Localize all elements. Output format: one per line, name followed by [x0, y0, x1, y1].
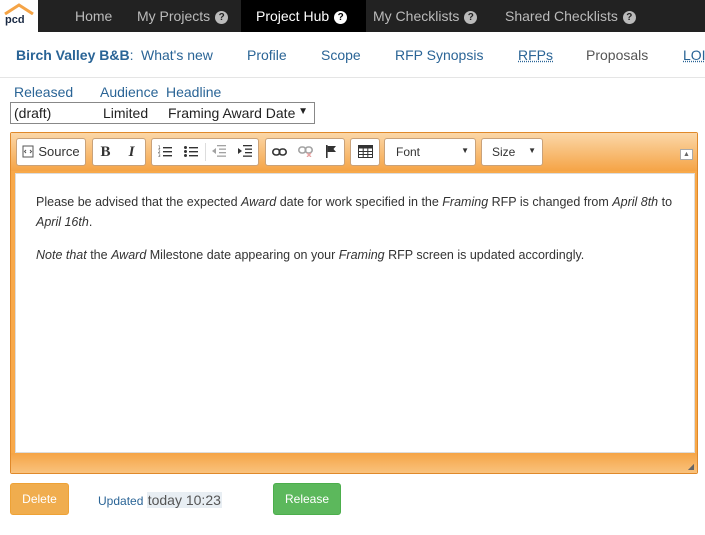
- subnav-whats-new[interactable]: What's new: [141, 47, 213, 63]
- project-name-colon: :: [129, 47, 134, 63]
- released-value: (draft): [14, 105, 52, 121]
- subnav-scope[interactable]: Scope: [321, 47, 361, 63]
- link-button[interactable]: [266, 139, 292, 165]
- updated-status: Updated today 10:23: [98, 492, 222, 508]
- italic-button[interactable]: I: [119, 139, 144, 165]
- source-label: Source: [38, 144, 80, 159]
- text-run: the: [86, 248, 112, 262]
- text-run: Award: [111, 248, 147, 262]
- unlink-icon: [297, 146, 313, 158]
- outdent-icon: [212, 145, 226, 157]
- table-group: [350, 138, 380, 166]
- text-run: to: [658, 195, 673, 209]
- indent-icon: [238, 145, 252, 157]
- editor-toolbar: Source B I 123 Font ▼ Size ▼ ▲: [11, 133, 697, 171]
- text-run: Note that: [36, 248, 87, 262]
- resize-grip-icon[interactable]: ◢: [688, 462, 694, 471]
- text-run: Framing: [442, 195, 489, 209]
- list-indent-group: 123: [151, 138, 259, 166]
- help-icon[interactable]: ?: [215, 11, 229, 24]
- bold-button[interactable]: B: [93, 139, 118, 165]
- audience-header[interactable]: Audience: [100, 84, 158, 100]
- nav-shared-checklists-label: Shared Checklists: [505, 8, 618, 24]
- chevron-down-icon: ▼: [528, 146, 536, 155]
- project-subnav: Birch Valley B&B: What's new Profile Sco…: [0, 32, 705, 78]
- delete-button[interactable]: Delete: [10, 483, 69, 515]
- size-select-label: Size: [492, 145, 516, 159]
- nav-my-checklists-label: My Checklists: [373, 8, 460, 24]
- updated-label: Updated: [98, 494, 144, 508]
- unlink-button[interactable]: [292, 139, 318, 165]
- bulleted-list-icon: [184, 146, 198, 157]
- subnav-loi[interactable]: LOI: [683, 47, 705, 63]
- indent-button[interactable]: [232, 139, 258, 165]
- link-icon: [271, 148, 287, 156]
- headline-header[interactable]: Headline: [166, 84, 221, 100]
- font-select-label: Font: [396, 145, 421, 159]
- source-icon: [22, 145, 34, 158]
- nav-my-checklists[interactable]: My Checklists?: [362, 0, 493, 32]
- text-run: April 16th: [36, 215, 89, 229]
- app-logo[interactable]: pcd: [0, 0, 38, 32]
- text-run: April 8th: [612, 195, 659, 209]
- audience-value: Limited: [103, 105, 149, 121]
- font-select[interactable]: Font ▼: [384, 138, 476, 166]
- nav-shared-checklists[interactable]: Shared Checklists?: [494, 0, 655, 32]
- release-button[interactable]: Release: [273, 483, 341, 515]
- source-group: Source: [16, 138, 86, 166]
- text-run: Milestone date appearing on your: [146, 248, 339, 262]
- svg-text:3: 3: [158, 153, 161, 157]
- project-name-text: Birch Valley B&B: [16, 47, 130, 63]
- headline-value: Framing Award Date: [168, 105, 296, 121]
- editor-resize-bar: ◢: [11, 453, 697, 473]
- numbered-list-icon: 123: [158, 145, 172, 158]
- help-icon[interactable]: ?: [464, 11, 478, 24]
- basic-styles-group: B I: [92, 138, 146, 166]
- rich-text-editor: Source B I 123 Font ▼ Size ▼ ▲ Please be…: [10, 132, 698, 474]
- released-header[interactable]: Released: [14, 84, 73, 100]
- nav-my-projects[interactable]: My Projects?: [126, 0, 241, 32]
- anchor-button[interactable]: [318, 139, 344, 165]
- help-icon[interactable]: ?: [622, 11, 636, 24]
- text-run: Please be advised that the expected: [36, 195, 242, 209]
- text-run: RFP is changed from: [488, 195, 613, 209]
- table-icon: [357, 145, 373, 158]
- chevron-down-icon: ▼: [461, 146, 469, 155]
- text-run: Framing: [338, 248, 385, 262]
- subnav-rfp-synopsis[interactable]: RFP Synopsis: [395, 47, 483, 63]
- flag-icon: [326, 145, 336, 158]
- paragraph-milestone-note: Note that the Award Milestone date appea…: [36, 245, 676, 265]
- text-run: date for work specified in the: [276, 195, 443, 209]
- project-name[interactable]: Birch Valley B&B:: [16, 47, 134, 63]
- help-icon[interactable]: ?: [334, 11, 348, 24]
- source-button[interactable]: Source: [17, 139, 85, 165]
- nav-my-projects-label: My Projects: [137, 8, 211, 24]
- top-nav: pcd Home My Projects? Project Hub? My Ch…: [0, 0, 705, 32]
- table-button[interactable]: [351, 139, 379, 165]
- text-run: Award: [241, 195, 277, 209]
- text-run: RFP screen is updated accordingly.: [384, 248, 585, 262]
- subnav-profile[interactable]: Profile: [247, 47, 287, 63]
- editor-content[interactable]: Please be advised that the expected Awar…: [15, 173, 695, 453]
- logo-text: pcd: [5, 14, 25, 26]
- paragraph-award-change: Please be advised that the expected Awar…: [36, 192, 676, 232]
- updated-timestamp: today 10:23: [146, 492, 222, 508]
- text-run: .: [88, 215, 93, 229]
- subnav-rfps[interactable]: RFPs: [518, 47, 553, 63]
- subnav-proposals[interactable]: Proposals: [586, 47, 648, 63]
- announcement-select[interactable]: (draft) Limited Framing Award Date ▼: [10, 102, 315, 124]
- links-group: [265, 138, 345, 166]
- numbered-list-button[interactable]: 123: [152, 139, 178, 165]
- bulleted-list-button[interactable]: [178, 139, 204, 165]
- size-select[interactable]: Size ▼: [481, 138, 543, 166]
- nav-project-hub[interactable]: Project Hub?: [241, 0, 366, 32]
- nav-project-hub-label: Project Hub: [256, 8, 330, 24]
- collapse-toolbar-icon[interactable]: ▲: [680, 149, 693, 160]
- outdent-button[interactable]: [206, 139, 232, 165]
- nav-home-label: Home: [75, 8, 113, 24]
- dropdown-caret-icon: ▼: [298, 106, 308, 117]
